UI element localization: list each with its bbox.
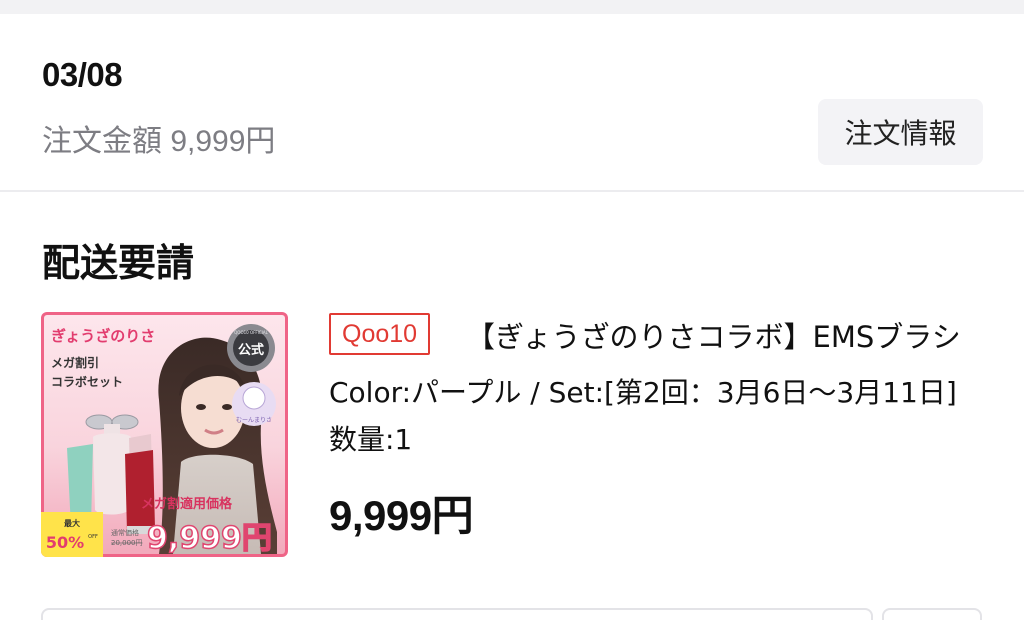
order-info-button[interactable]: 注文情報: [818, 99, 983, 165]
image-brand-text: ぎょうざのりさ: [51, 327, 155, 345]
discount-text: 50%: [46, 533, 84, 552]
product-quantity: 数量:1: [329, 423, 413, 456]
sticker-text: むーんまりさ: [236, 417, 272, 424]
character-sticker-icon: むーんまりさ: [232, 382, 276, 426]
regular-price: 20,000円: [111, 539, 143, 547]
product-option: Color:パープル / Set:[第2回：3月6日〜3月11日]: [329, 376, 957, 409]
order-header: 03/08 注文金額 9,999円 注文情報: [0, 14, 1024, 190]
order-amount: 注文金額 9,999円: [42, 125, 276, 158]
official-seal-text: 公式: [238, 342, 264, 358]
product-name[interactable]: 【ぎょうざのりさコラボ】EMSブラシ: [466, 314, 976, 356]
section-divider: [0, 190, 1024, 192]
official-seal-icon: QOO10 OFFICIAL 公式: [227, 324, 275, 372]
action-button-primary[interactable]: [41, 608, 873, 620]
top-strip: [0, 0, 1024, 14]
product-image[interactable]: ぎょうざのりさ メガ割引 コラボセット QOO10 OFFICIAL 公式 むー…: [41, 312, 288, 557]
image-promo-line2: コラボセット: [51, 374, 123, 389]
max-label: 最大: [64, 518, 80, 528]
off-label: OFF: [88, 534, 98, 540]
product-image-art: ぎょうざのりさ メガ割引 コラボセット QOO10 OFFICIAL 公式 むー…: [41, 312, 288, 557]
store-badge[interactable]: Qoo10: [329, 313, 431, 355]
mega-price-label: メガ割適用価格: [141, 496, 233, 512]
seal-ring-text: QOO10 OFFICIAL: [234, 330, 268, 335]
image-promo-line1: メガ割引: [51, 355, 99, 370]
section-title: 配送要請: [42, 241, 195, 285]
order-date: 03/08: [42, 56, 123, 93]
product-price: 9,999円: [329, 492, 474, 539]
action-button-secondary[interactable]: [882, 608, 982, 620]
sale-price-text: 9,999円: [147, 521, 272, 556]
regular-price-label: 通常価格: [111, 528, 139, 537]
